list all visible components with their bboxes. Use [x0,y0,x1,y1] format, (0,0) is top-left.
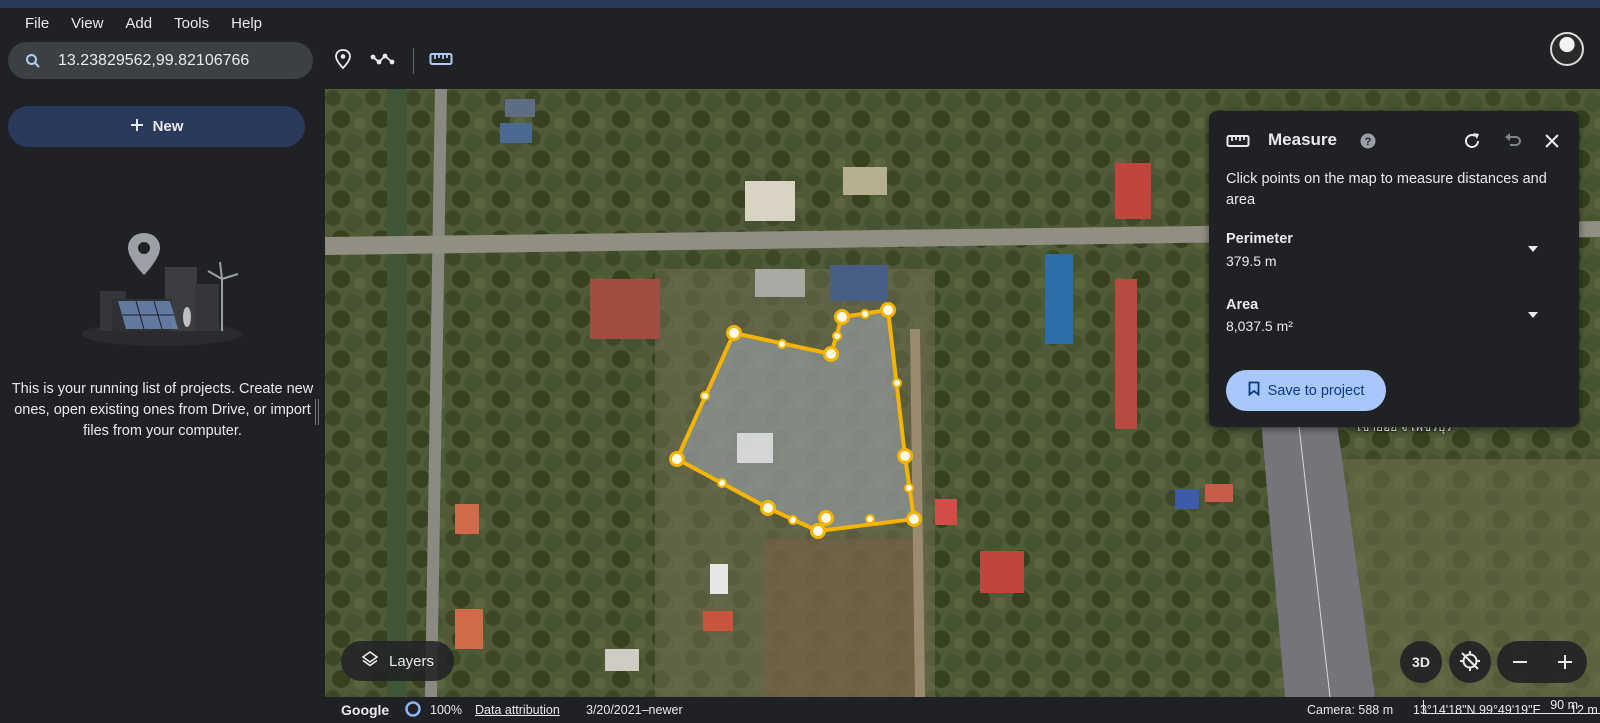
search-input[interactable] [58,51,298,70]
layers-icon [361,650,379,672]
loading-percent: 100% [430,703,462,717]
placemark-button[interactable] [328,46,358,76]
perimeter-label: Perimeter [1226,231,1293,247]
help-icon[interactable]: ? [1355,128,1381,154]
menu-help[interactable]: Help [220,15,273,32]
placemark-icon [333,48,353,75]
minus-icon [1512,661,1527,663]
zoom-out-button[interactable] [1497,641,1542,683]
close-icon[interactable] [1539,128,1565,154]
perimeter-value: 379.5 m [1226,253,1277,269]
plus-icon [1557,655,1572,669]
window-top-strip [0,0,1600,8]
measure-tool-button[interactable] [426,46,456,76]
menu-view[interactable]: View [60,15,114,32]
toolbar-divider [413,48,414,74]
ruler-icon [1225,128,1251,154]
chevron-down-icon [1528,312,1538,318]
toggle-3d-button[interactable]: 3D [1400,641,1442,683]
compass-reset-icon [1458,649,1482,676]
plus-icon [130,118,144,136]
save-button-label: Save to project [1267,382,1365,399]
zoom-in-button[interactable] [1542,641,1587,683]
toggle-3d-label: 3D [1412,654,1430,670]
path-icon [370,51,396,72]
area-units-dropdown[interactable] [1525,307,1541,323]
measure-title: Measure [1268,130,1337,149]
chevron-down-icon [1528,246,1538,252]
svg-text:?: ? [1365,136,1372,148]
save-to-project-button[interactable]: Save to project [1226,370,1386,411]
area-label: Area [1226,297,1259,313]
google-logo: Google [341,702,390,718]
perimeter-units-dropdown[interactable] [1525,241,1541,257]
search-box[interactable] [8,42,313,79]
measure-panel: Measure ? Click points on the map to mea… [1209,111,1579,427]
menu-file[interactable]: File [14,15,60,32]
new-button-label: New [152,118,184,135]
empty-projects-illustration [70,229,255,349]
undo-icon[interactable] [1499,128,1525,154]
loading-ring-icon [404,700,422,721]
search-icon [8,53,58,69]
bookmark-icon [1248,381,1260,400]
new-project-button[interactable]: New [8,106,305,147]
menu-tools[interactable]: Tools [163,15,220,32]
toolbar [0,38,1600,89]
elevation: 12 m [1570,703,1598,717]
data-attribution-link[interactable]: Data attribution [475,703,560,717]
zoom-controls [1497,641,1587,683]
layers-label: Layers [388,652,435,670]
cursor-coordinates: 13°14'18"N 99°49'19"E [1413,703,1541,717]
path-button[interactable] [368,46,398,76]
menu-add[interactable]: Add [114,15,163,32]
layers-button[interactable]: Layers [341,641,454,681]
account-avatar[interactable] [1550,32,1584,66]
menu-bar: File View Add Tools Help [0,8,1600,38]
projects-sidebar: New This is your running list of project… [0,89,325,723]
status-bar: Google 100% Data attribution 3/20/2021–n… [325,697,1600,723]
ruler-icon [429,52,453,71]
camera-altitude: Camera: 588 m [1307,703,1394,717]
empty-projects-text: This is your running list of projects. C… [11,381,314,439]
reset-view-button[interactable] [1449,641,1491,683]
sidebar-resize-handle[interactable] [315,399,319,425]
measure-instructions: Click points on the map to measure dista… [1226,171,1547,208]
imagery-date: 3/20/2021–newer [586,703,683,717]
refresh-icon[interactable] [1459,128,1485,154]
area-value: 8,037.5 m² [1226,318,1293,334]
